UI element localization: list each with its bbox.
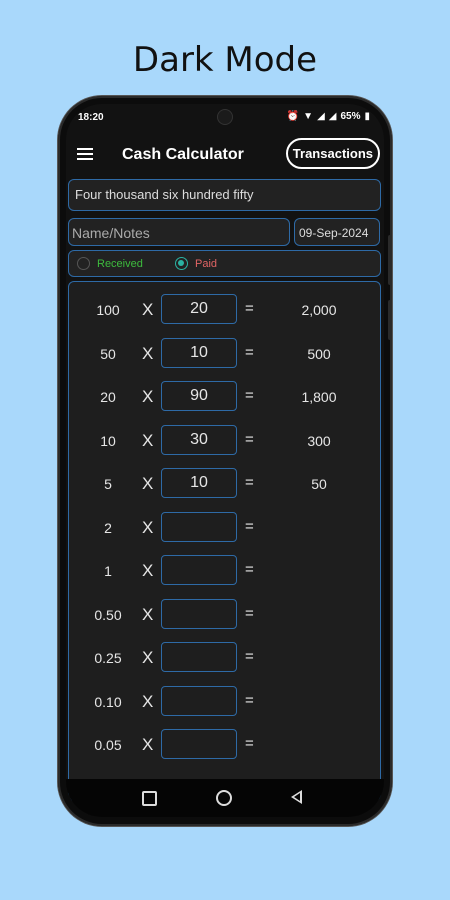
denomination-row: 2 X = [69, 511, 380, 544]
denomination-row: 10 X = 300 [69, 424, 380, 457]
page-caption: Dark Mode [132, 40, 318, 80]
date-field[interactable]: 09-Sep-2024 [294, 218, 380, 246]
denomination-value: 0.25 [94, 650, 122, 666]
row-amount: 50 [311, 476, 327, 492]
multiply-sign: X [142, 343, 154, 363]
power-button [388, 300, 392, 340]
quantity-input[interactable] [161, 642, 237, 672]
paid-radio[interactable] [175, 257, 188, 270]
quantity-input[interactable] [161, 468, 237, 498]
home-icon[interactable] [216, 790, 232, 806]
transactions-button[interactable]: Transactions [285, 138, 380, 169]
denomination-value: 20 [100, 389, 116, 405]
payment-type-group: Received Paid [68, 250, 381, 277]
equals-sign: = [245, 300, 254, 317]
denomination-row: 100 X = 2,000 [69, 294, 380, 326]
equals-sign: = [245, 474, 254, 491]
multiply-sign: X [142, 517, 154, 537]
multiply-sign: X [142, 430, 154, 450]
quantity-input[interactable] [161, 381, 237, 411]
quantity-input[interactable] [161, 685, 237, 716]
row-amount: 500 [307, 345, 331, 362]
signal-icon-2: ◢ [328, 111, 337, 122]
alarm-icon: ⏰ [286, 111, 300, 122]
denomination-value: 1 [104, 563, 112, 579]
wifi-icon: ▼ [303, 111, 314, 122]
denomination-value: 10 [100, 432, 116, 449]
denomination-row: 5 X = 50 [69, 468, 380, 500]
navigation-bar [66, 779, 384, 817]
received-radio[interactable] [77, 257, 90, 270]
equals-sign: = [245, 387, 254, 404]
equals-sign: = [245, 604, 254, 622]
volume-button [388, 235, 392, 285]
signal-icon: ◢ [317, 111, 325, 122]
quantity-input[interactable] [161, 424, 237, 455]
equals-sign: = [245, 343, 254, 361]
quantity-input[interactable] [161, 511, 237, 542]
battery-percent: 65% [340, 111, 361, 122]
multiply-sign: X [142, 300, 154, 319]
status-icons: ⏰ ▼ ◢ ◢ 65% ▮ [287, 111, 370, 122]
denomination-value: 50 [100, 345, 116, 362]
denomination-grid: 100 X = 2,000 50 X = 500 20 X = 1,800 10 X = 300 5 X = 50 2 X… [68, 281, 381, 801]
denomination-row: 50 X = 500 [69, 337, 380, 370]
multiply-sign: X [142, 387, 154, 406]
denomination-value: 5 [104, 476, 112, 492]
quantity-input[interactable] [161, 729, 237, 759]
name-notes-input[interactable]: Name/Notes [68, 218, 290, 246]
equals-sign: = [245, 430, 254, 448]
multiply-sign: X [142, 561, 154, 580]
quantity-input[interactable] [161, 294, 237, 324]
quantity-input[interactable] [161, 555, 237, 585]
denomination-row: 20 X = 1,800 [69, 381, 380, 413]
equals-sign: = [245, 648, 254, 665]
equals-sign: = [245, 735, 254, 752]
multiply-sign: X [142, 648, 154, 667]
denomination-row: 0.25 X = [69, 642, 380, 674]
app-screen: 18:20 ⏰ ▼ ◢ ◢ 65% ▮ Cash Calculator Tran… [66, 104, 384, 817]
denomination-value: 2 [104, 519, 112, 536]
denomination-row: 0.50 X = [69, 598, 380, 631]
denomination-row: 0.05 X = [69, 729, 380, 761]
denomination-value: 100 [96, 302, 120, 318]
row-amount: 1,800 [301, 389, 337, 405]
equals-sign: = [245, 691, 254, 709]
row-amount: 2,000 [301, 302, 337, 318]
denomination-row: 1 X = [69, 555, 380, 587]
status-time: 18:20 [78, 112, 104, 123]
row-amount: 300 [307, 432, 331, 449]
front-camera [218, 110, 232, 124]
denomination-row: 0.10 X = [69, 685, 380, 718]
paid-label[interactable]: Paid [195, 258, 217, 270]
hamburger-menu-icon[interactable] [77, 148, 93, 160]
quantity-input[interactable] [161, 598, 237, 629]
status-bar: 18:20 ⏰ ▼ ◢ ◢ 65% ▮ [66, 104, 384, 130]
equals-sign: = [245, 517, 254, 535]
amount-in-words-field: Four thousand six hundred fifty [68, 179, 381, 211]
multiply-sign: X [142, 604, 154, 624]
back-icon[interactable] [291, 790, 302, 804]
denomination-value: 0.05 [94, 737, 122, 753]
multiply-sign: X [142, 691, 154, 711]
received-label[interactable]: Received [97, 258, 143, 270]
battery-icon: ▮ [364, 111, 370, 122]
app-title: Cash Calculator [122, 146, 244, 163]
quantity-input[interactable] [161, 337, 237, 368]
multiply-sign: X [142, 474, 154, 493]
recents-icon[interactable] [142, 791, 157, 806]
app-bar: Cash Calculator Transactions [66, 134, 384, 174]
equals-sign: = [245, 561, 254, 578]
denomination-value: 0.50 [94, 606, 122, 623]
denomination-value: 0.10 [94, 693, 122, 710]
multiply-sign: X [142, 735, 154, 754]
